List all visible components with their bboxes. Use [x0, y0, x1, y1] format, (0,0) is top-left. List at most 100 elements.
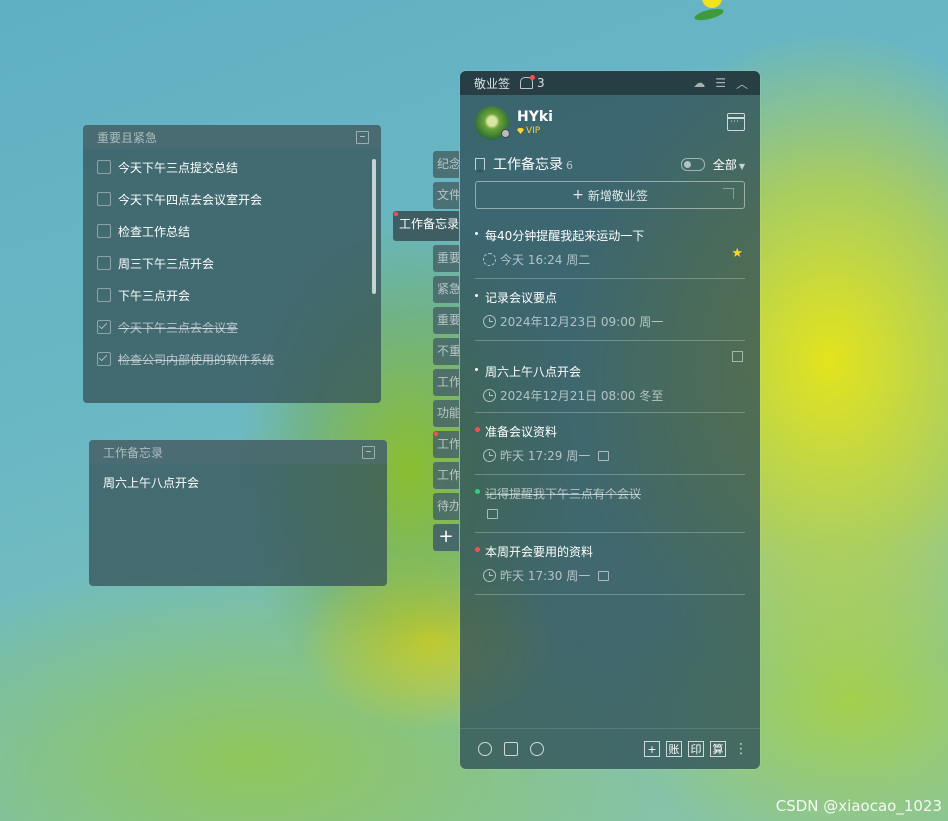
category-tab[interactable]: 重要: [433, 307, 459, 334]
checkbox[interactable]: [97, 256, 111, 270]
checkbox[interactable]: [97, 224, 111, 238]
category-tab[interactable]: 纪念: [433, 151, 459, 178]
note-content[interactable]: 周六上午八点开会: [89, 464, 387, 501]
task-item[interactable]: 检查公司内部使用的软件系统: [83, 343, 381, 375]
task-item[interactable]: 检查工作总结: [83, 215, 381, 247]
note-header[interactable]: 工作备忘录: [89, 440, 387, 464]
vip-badge: VIP: [517, 126, 553, 136]
category-tab[interactable]: 文件: [433, 182, 459, 209]
note-title: 重要且紧急: [97, 130, 158, 145]
status-dot: [475, 368, 478, 371]
note-item[interactable]: 记得提醒我下午三点有个会议: [475, 475, 745, 533]
task-item[interactable]: 今天下午三点去会议室: [83, 311, 381, 343]
category-tab-label: 不重: [437, 344, 459, 358]
category-tab[interactable]: 功能: [433, 400, 459, 427]
add-note-button[interactable]: + 新增敬业签: [475, 181, 745, 209]
add-category-button[interactable]: +: [433, 524, 459, 551]
category-tab[interactable]: 紧急: [433, 276, 459, 303]
category-tab[interactable]: 不重: [433, 338, 459, 365]
category-title: 工作备忘录: [493, 157, 563, 173]
task-item[interactable]: 周三下午三点开会: [83, 247, 381, 279]
bell-icon[interactable]: [520, 75, 536, 89]
calculator-icon[interactable]: 算: [710, 741, 726, 757]
more-icon[interactable]: ⋮: [734, 741, 748, 757]
task-text: 今天下午四点去会议室开会: [118, 192, 263, 207]
category-tab-label: 工作: [437, 375, 459, 389]
note-important-urgent[interactable]: 重要且紧急 今天下午三点提交总结今天下午四点去会议室开会检查工作总结 周三下午三点…: [83, 125, 381, 403]
menu-icon[interactable]: ☰: [715, 76, 726, 90]
task-item[interactable]: 今天下午三点提交总结: [83, 151, 381, 183]
expand-icon[interactable]: [723, 188, 734, 199]
watermark: CSDN @xiaocao_1023: [775, 797, 942, 815]
status-dot: [475, 294, 478, 297]
task-text: 今天下午三点去会议室: [118, 320, 239, 335]
user-header: HYki VIP: [460, 95, 760, 150]
note-item[interactable]: 每40分钟提醒我起来运动一下 今天 16:24 周二 ★: [475, 217, 745, 279]
star-icon[interactable]: ★: [731, 246, 743, 261]
toggle-switch[interactable]: [680, 157, 705, 171]
category-tab-label: 工作: [437, 437, 459, 451]
checkbox[interactable]: [97, 192, 111, 206]
title-bar[interactable]: 敬业签 3 ☁ ☰ ︿: [460, 71, 760, 95]
caret-down-icon: ▼: [738, 161, 745, 171]
note-item[interactable]: 周六上午八点开会 2024年12月21日 08:00 冬至: [475, 341, 745, 413]
clock-icon[interactable]: [478, 742, 492, 756]
avatar[interactable]: [475, 105, 510, 140]
status-dot: [475, 489, 480, 494]
status-dot: [475, 232, 478, 235]
clock-icon: [483, 569, 496, 582]
category-tab-label: 工作备忘录: [399, 217, 459, 231]
task-text: 今天下午三点提交总结: [118, 160, 239, 175]
checkbox[interactable]: [97, 288, 111, 302]
task-item[interactable]: 下午三点开会: [83, 279, 381, 311]
exit-icon[interactable]: [356, 130, 369, 144]
search-icon[interactable]: [530, 742, 544, 756]
category-tab[interactable]: 重要: [433, 245, 459, 272]
checkbox[interactable]: [97, 320, 111, 334]
exit-icon[interactable]: [732, 351, 743, 362]
category-tab-label: 重要: [437, 251, 459, 265]
ledger-icon[interactable]: 账: [666, 741, 682, 757]
task-item[interactable]: 今天下午四点去会议室开会: [83, 183, 381, 215]
note-item[interactable]: 本周开会要用的资料 昨天 17:30 周一: [475, 533, 745, 595]
lock-icon: [598, 570, 610, 581]
app-name: 敬业签: [474, 76, 511, 91]
filter-dropdown[interactable]: 全部 ▼: [713, 156, 745, 173]
add-icon[interactable]: +: [644, 741, 660, 757]
category-tab[interactable]: 工作: [433, 462, 459, 489]
check-calendar-icon[interactable]: [504, 742, 518, 756]
item-time: 昨天 17:30 周一: [500, 569, 591, 583]
checkbox[interactable]: [97, 352, 111, 366]
note-item[interactable]: 记录会议要点 2024年12月23日 09:00 周一: [475, 279, 745, 341]
lock-icon: [598, 450, 610, 461]
note-item[interactable]: 准备会议资料 昨天 17:29 周一: [475, 413, 745, 475]
item-title: 准备会议资料: [485, 425, 558, 439]
checkbox[interactable]: [97, 160, 111, 174]
repeat-icon: [483, 253, 496, 266]
item-title: 记录会议要点: [485, 291, 558, 305]
bookmark-icon: [475, 158, 485, 172]
background-flower: [693, 0, 730, 23]
category-tab-label: 待办: [437, 499, 459, 513]
category-tab[interactable]: 工作: [433, 369, 459, 396]
note-title: 工作备忘录: [103, 445, 164, 460]
category-tab-label: 工作: [437, 468, 459, 482]
item-title: 周六上午八点开会: [485, 365, 582, 379]
category-tab[interactable]: 工作: [433, 431, 459, 458]
category-tab-label: 文件: [437, 188, 459, 202]
diamond-icon: [517, 128, 524, 134]
exit-icon[interactable]: [362, 445, 375, 459]
category-tab[interactable]: 待办: [433, 493, 459, 520]
calendar-icon[interactable]: [727, 113, 745, 131]
plus-icon: +: [572, 187, 584, 203]
clock-icon: [483, 449, 496, 462]
collapse-icon[interactable]: ︿: [736, 75, 748, 92]
cloud-sync-icon[interactable]: ☁: [693, 76, 705, 90]
category-tab[interactable]: 工作备忘录: [393, 211, 459, 241]
category-tab-label: 紧急: [437, 282, 459, 296]
print-icon[interactable]: 印: [688, 741, 704, 757]
note-work-memo[interactable]: 工作备忘录 周六上午八点开会: [89, 440, 387, 586]
status-dot: [475, 427, 480, 432]
scrollbar[interactable]: [372, 159, 376, 294]
note-header[interactable]: 重要且紧急: [83, 125, 381, 149]
